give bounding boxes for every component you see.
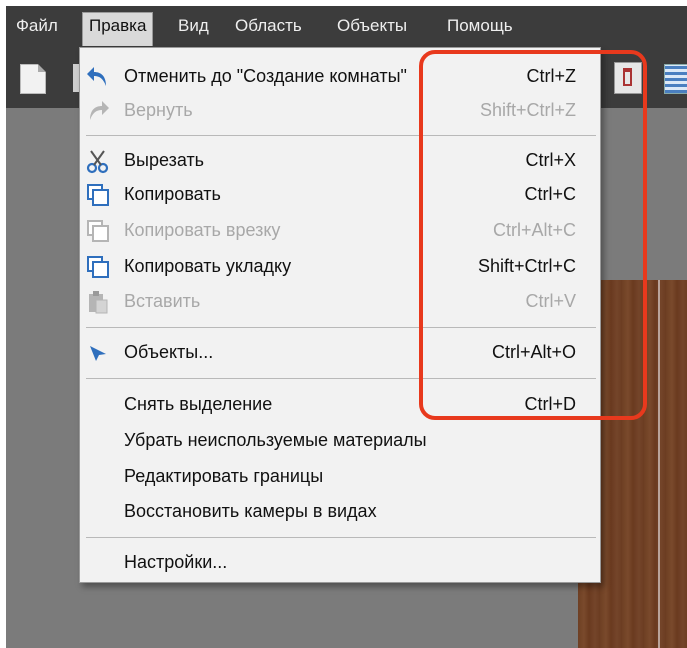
- menu-item-restore-cameras[interactable]: Восстановить камеры в видах: [80, 495, 600, 529]
- shortcut-highlight-annotation: [419, 50, 647, 420]
- copy-icon: [87, 220, 109, 242]
- menu-item-label: Редактировать границы: [124, 466, 324, 486]
- menu-bar: Файл Правка Вид Область Объекты Помощь: [6, 6, 687, 46]
- undo-icon: [87, 67, 106, 86]
- menu-item-remove-unused-materials[interactable]: Убрать неиспользуемые материалы: [80, 424, 600, 458]
- menu-item-label: Убрать неиспользуемые материалы: [124, 430, 427, 450]
- menu-help[interactable]: Помощь: [443, 13, 517, 39]
- menu-item-label: Вырезать: [124, 150, 205, 170]
- redo-icon: [90, 101, 109, 120]
- menu-item-label: Объекты...: [124, 342, 214, 362]
- wall-edge-line: [658, 280, 660, 648]
- copy-icon: [87, 256, 109, 278]
- menu-area[interactable]: Область: [231, 13, 306, 39]
- menu-item-label: Настройки...: [124, 552, 228, 572]
- menu-file[interactable]: Файл: [12, 13, 62, 39]
- menu-item-settings[interactable]: Настройки...: [80, 546, 600, 580]
- cursor-arrow-icon: [90, 346, 106, 361]
- menu-item-label: Вставить: [124, 291, 201, 311]
- menu-objects[interactable]: Объекты: [333, 13, 411, 39]
- new-document-icon[interactable]: [20, 64, 46, 94]
- menu-item-label: Вернуть: [124, 100, 193, 120]
- menu-item-label: Восстановить камеры в видах: [124, 501, 377, 521]
- grid-icon[interactable]: [664, 64, 687, 94]
- menu-item-label: Копировать укладку: [124, 256, 292, 276]
- menu-view[interactable]: Вид: [174, 13, 213, 39]
- menu-item-label: Снять выделение: [124, 394, 273, 414]
- menu-edit[interactable]: Правка: [82, 12, 154, 46]
- menu-item-label: Копировать: [124, 184, 221, 204]
- menu-item-label: Отменить до "Создание комнаты": [124, 66, 407, 86]
- copy-icon: [87, 184, 109, 206]
- menu-separator: [86, 537, 596, 538]
- menu-item-label: Копировать врезку: [124, 220, 281, 240]
- menu-item-edit-boundaries[interactable]: Редактировать границы: [80, 460, 600, 494]
- scissors-icon: [86, 150, 109, 174]
- paste-icon: [89, 291, 108, 314]
